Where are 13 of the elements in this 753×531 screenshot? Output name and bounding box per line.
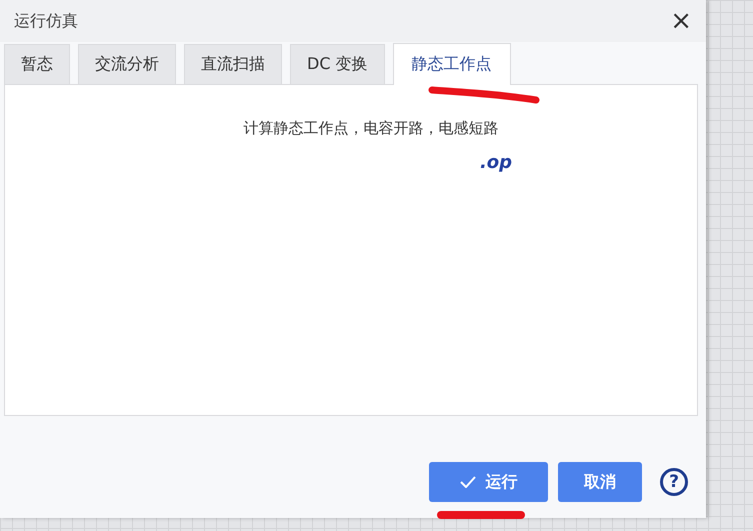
- command-text: .op: [480, 152, 512, 173]
- tab[interactable]: 静态工作点: [392, 43, 511, 85]
- check-icon: [460, 476, 476, 488]
- tab[interactable]: 交流分析: [78, 44, 176, 84]
- tab[interactable]: 直流扫描: [184, 44, 282, 84]
- run-button[interactable]: 运行: [429, 462, 548, 502]
- help-button[interactable]: ?: [660, 468, 688, 496]
- tab[interactable]: DC 变换: [290, 44, 385, 84]
- cancel-button[interactable]: 取消: [558, 462, 642, 502]
- description-text: 计算静态工作点，电容开路，电感短路: [244, 119, 498, 138]
- window-title: 运行仿真: [14, 10, 78, 32]
- tab[interactable]: 暂态: [4, 44, 70, 84]
- close-button[interactable]: ×: [670, 8, 692, 34]
